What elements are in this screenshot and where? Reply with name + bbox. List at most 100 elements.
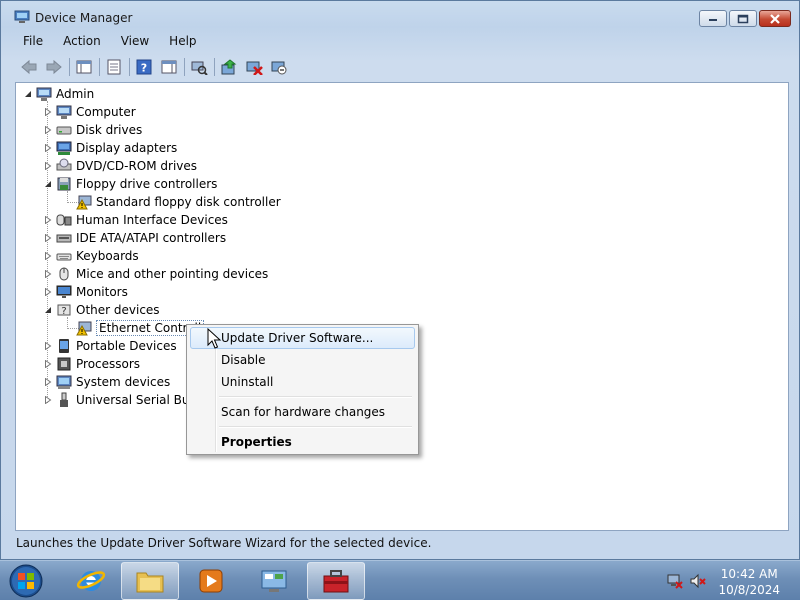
menu-properties[interactable]: Properties bbox=[190, 431, 415, 453]
back-button[interactable] bbox=[19, 57, 39, 77]
processor-icon bbox=[56, 356, 72, 372]
usb-icon bbox=[56, 392, 72, 408]
mouse-cursor-icon bbox=[207, 328, 222, 349]
taskbar-control-panel[interactable] bbox=[245, 562, 303, 600]
tree-item[interactable]: Portable Devices bbox=[45, 337, 177, 355]
expand-arrow-icon[interactable] bbox=[44, 108, 52, 116]
warning-device-icon bbox=[76, 320, 92, 336]
expand-arrow-icon[interactable] bbox=[44, 216, 52, 224]
collapse-arrow-icon[interactable] bbox=[44, 180, 52, 188]
device-manager-icon bbox=[14, 10, 30, 23]
network-disconnected-icon[interactable] bbox=[667, 573, 683, 589]
svg-text:?: ? bbox=[61, 306, 66, 317]
tree-item-label: Keyboards bbox=[76, 249, 139, 263]
expand-arrow-icon[interactable] bbox=[44, 396, 52, 404]
menu-disable[interactable]: Disable bbox=[190, 349, 415, 371]
tree-item[interactable]: Processors bbox=[45, 355, 141, 373]
expand-arrow-icon[interactable] bbox=[44, 360, 52, 368]
folder-icon bbox=[136, 572, 164, 593]
expand-arrow-icon[interactable] bbox=[44, 162, 52, 170]
properties-toolbar-button[interactable] bbox=[104, 57, 124, 77]
disable-toolbar-button[interactable] bbox=[269, 57, 289, 77]
clock-time: 10:42 AM bbox=[720, 567, 778, 581]
speaker-muted-icon[interactable] bbox=[690, 573, 706, 589]
tree-item[interactable]: System devices bbox=[45, 373, 171, 391]
expand-arrow-icon[interactable] bbox=[44, 378, 52, 386]
show-action-pane-button[interactable] bbox=[159, 57, 179, 77]
status-bar: Launches the Update Driver Software Wiza… bbox=[15, 533, 789, 555]
system-tray: 10:42 AM 10/8/2024 bbox=[650, 561, 800, 600]
clock[interactable]: 10:42 AM 10/8/2024 bbox=[718, 566, 780, 598]
start-button[interactable] bbox=[6, 562, 46, 600]
device-tree-panel[interactable]: Admin Computer Disk drives Display adapter… bbox=[15, 82, 789, 531]
menu-uninstall[interactable]: Uninstall bbox=[190, 371, 415, 393]
minimize-button[interactable] bbox=[699, 10, 727, 27]
forward-button[interactable] bbox=[44, 57, 64, 77]
tree-item-label: Monitors bbox=[76, 285, 128, 299]
tree-item[interactable]: IDE ATA/ATAPI controllers bbox=[45, 229, 226, 247]
tree-item-label: System devices bbox=[76, 375, 171, 389]
tree-item[interactable]: Computer bbox=[45, 103, 136, 121]
expand-arrow-icon[interactable] bbox=[44, 342, 52, 350]
tree-item[interactable]: Disk drives bbox=[45, 121, 142, 139]
maximize-button[interactable] bbox=[729, 10, 757, 27]
collapse-arrow-icon[interactable] bbox=[44, 306, 52, 314]
show-hide-console-tree-button[interactable] bbox=[74, 57, 94, 77]
tree-item-label: Display adapters bbox=[76, 141, 178, 155]
tree-item-label: DVD/CD-ROM drives bbox=[76, 159, 198, 173]
monitor-icon bbox=[56, 284, 72, 300]
taskbar-media-player[interactable] bbox=[182, 562, 240, 600]
uninstall-toolbar-button[interactable] bbox=[244, 57, 264, 77]
menu-scan-hardware-changes[interactable]: Scan for hardware changes bbox=[190, 401, 415, 423]
expand-arrow-icon[interactable] bbox=[44, 234, 52, 242]
menu-update-driver-software[interactable]: Update Driver Software... bbox=[190, 327, 415, 349]
action-pane-icon bbox=[161, 60, 177, 74]
svg-text:?: ? bbox=[141, 62, 147, 75]
mouse-icon bbox=[56, 266, 72, 282]
tree-item[interactable]: ? Other devices bbox=[45, 301, 160, 319]
computer-icon bbox=[36, 86, 52, 102]
tree-item[interactable]: Human Interface Devices bbox=[45, 211, 228, 229]
tree-item[interactable]: Monitors bbox=[45, 283, 128, 301]
expand-arrow-icon[interactable] bbox=[44, 126, 52, 134]
close-icon bbox=[770, 13, 780, 24]
title-bar[interactable]: Device Manager bbox=[1, 1, 799, 31]
update-driver-toolbar-button[interactable] bbox=[219, 57, 239, 77]
scan-hardware-icon bbox=[191, 61, 208, 75]
tree-item-label: Processors bbox=[76, 357, 141, 371]
system-device-icon bbox=[56, 374, 72, 390]
taskbar-device-manager[interactable] bbox=[307, 562, 365, 600]
control-panel-icon bbox=[261, 570, 287, 592]
tree-item[interactable]: DVD/CD-ROM drives bbox=[45, 157, 198, 175]
scan-hardware-toolbar-button[interactable] bbox=[189, 57, 209, 77]
tree-item[interactable]: Ethernet Controll bbox=[76, 319, 205, 337]
tree-item[interactable]: Display adapters bbox=[45, 139, 178, 157]
menu-file[interactable]: File bbox=[14, 32, 53, 52]
taskbar-internet-explorer[interactable] bbox=[62, 562, 120, 600]
menu-help[interactable]: Help bbox=[159, 32, 206, 52]
tree-item[interactable]: Standard floppy disk controller bbox=[76, 193, 281, 211]
menu-bar: File Action View Help bbox=[14, 32, 207, 52]
tree-item[interactable]: Keyboards bbox=[45, 247, 139, 265]
tree-item[interactable]: Floppy drive controllers bbox=[45, 175, 217, 193]
expand-arrow-icon[interactable] bbox=[44, 288, 52, 296]
tree-item[interactable]: Universal Serial Bus c bbox=[45, 391, 206, 409]
expand-arrow-icon[interactable] bbox=[44, 144, 52, 152]
taskbar: 10:42 AM 10/8/2024 bbox=[0, 560, 800, 600]
clock-date: 10/8/2024 bbox=[718, 583, 780, 597]
collapse-arrow-icon bbox=[25, 91, 31, 97]
expand-arrow-icon[interactable] bbox=[44, 252, 52, 260]
properties-sheet-icon bbox=[107, 59, 121, 75]
menu-view[interactable]: View bbox=[111, 32, 159, 52]
computer-icon bbox=[56, 104, 72, 120]
expand-arrow-icon[interactable] bbox=[44, 270, 52, 278]
close-button[interactable] bbox=[759, 10, 791, 27]
tree-item-label: Portable Devices bbox=[76, 339, 177, 353]
tree-item-label: Other devices bbox=[76, 303, 160, 317]
tree-root-admin[interactable]: Admin bbox=[24, 85, 94, 103]
menu-action[interactable]: Action bbox=[53, 32, 111, 52]
console-tree-icon bbox=[76, 60, 92, 74]
help-toolbar-button[interactable]: ? bbox=[134, 57, 154, 77]
taskbar-windows-explorer[interactable] bbox=[121, 562, 179, 600]
tree-item[interactable]: Mice and other pointing devices bbox=[45, 265, 268, 283]
